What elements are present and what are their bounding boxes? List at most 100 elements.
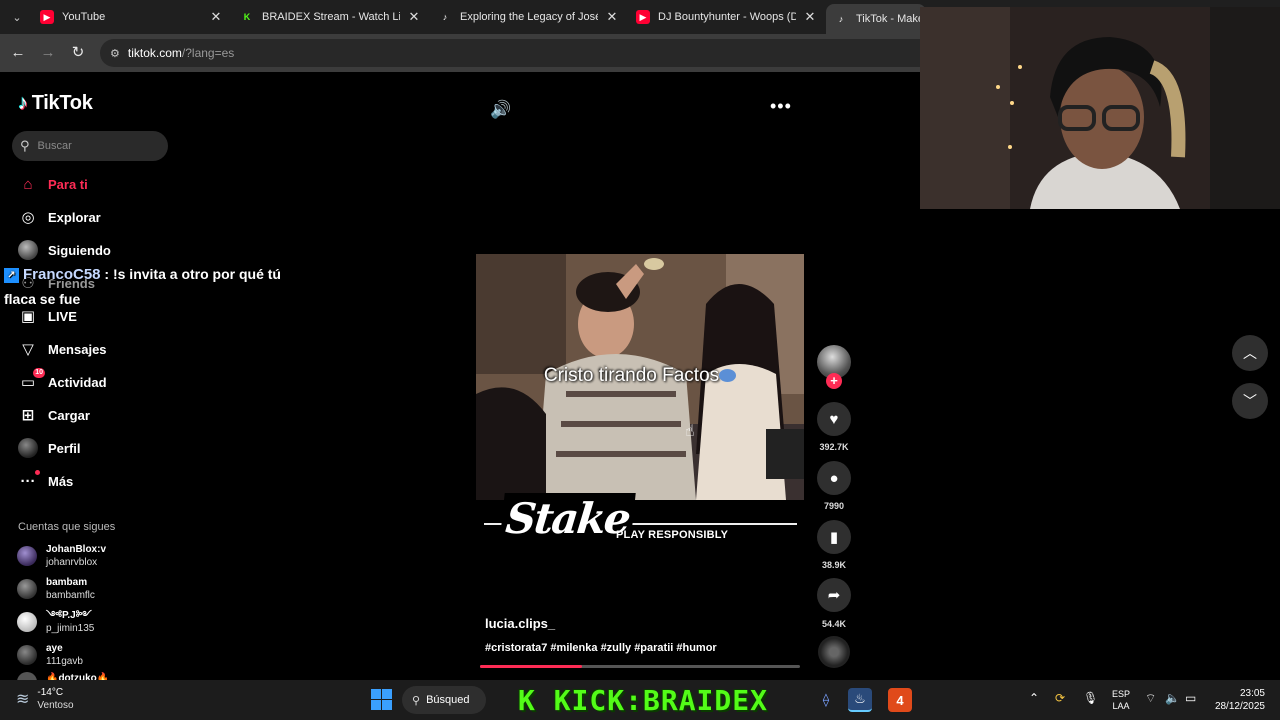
more-dots-icon: ··· bbox=[18, 470, 40, 491]
wifi-icon[interactable]: ⌔ bbox=[1145, 691, 1156, 706]
inbox-icon: ▭ 10 bbox=[20, 368, 45, 391]
nav-explorar[interactable]: ◎ Explorar bbox=[18, 204, 100, 230]
tray-chevron-up-icon[interactable]: ⌃ bbox=[1029, 691, 1039, 705]
avatar bbox=[17, 612, 37, 632]
share-arrow-icon: ➦ bbox=[827, 587, 841, 604]
taskbar-search-label: Búsqued bbox=[426, 694, 470, 706]
speaker-icon[interactable]: 🔈 bbox=[1165, 691, 1180, 705]
music-disc-icon[interactable] bbox=[818, 636, 850, 668]
speech-bubble-icon bbox=[719, 369, 737, 382]
nav-cargar[interactable]: ⊞ Cargar bbox=[18, 402, 90, 428]
search-box[interactable]: ⚲ bbox=[12, 131, 168, 161]
nav-mas[interactable]: ··· Más bbox=[18, 468, 73, 494]
tab-exploring-legacy[interactable]: ♪ Exploring the Legacy of José Jo ✕ bbox=[430, 4, 620, 30]
next-video-button[interactable]: ﹀ bbox=[1232, 383, 1268, 419]
like-button[interactable]: ♥ bbox=[817, 402, 851, 436]
back-arrow-icon[interactable]: ← bbox=[8, 43, 28, 63]
lang-code: ESP bbox=[1111, 689, 1130, 699]
save-count: 38.9K bbox=[821, 560, 847, 570]
site-settings-icon[interactable]: ⚙ bbox=[110, 47, 120, 60]
clock-date: 28/12/2025 bbox=[1214, 701, 1265, 712]
tab-tiktok-active[interactable]: ♪ TikTok - Make Y bbox=[826, 4, 926, 34]
tiktok-note-icon: ♪ bbox=[18, 92, 28, 114]
video-progress-bar[interactable] bbox=[480, 665, 800, 668]
comment-button[interactable]: ● bbox=[817, 461, 851, 495]
nav-label: Más bbox=[48, 473, 74, 489]
close-tab-icon[interactable]: ✕ bbox=[604, 9, 620, 25]
sync-icon[interactable]: ⟳ bbox=[1055, 691, 1065, 705]
close-tab-icon[interactable]: ✕ bbox=[802, 9, 818, 25]
like-count: 392.7K bbox=[819, 442, 849, 452]
save-button[interactable]: ▮ bbox=[817, 520, 851, 554]
temperature: -14°C bbox=[37, 687, 64, 698]
nav-perfil[interactable]: Perfil bbox=[18, 435, 81, 461]
following-account[interactable]: bambam bambamflc bbox=[17, 576, 95, 602]
app-badge-icon[interactable]: 4 bbox=[888, 688, 912, 712]
tab-search-chevron-icon[interactable]: ⌄ bbox=[6, 7, 28, 27]
steam-icon[interactable]: ♨ bbox=[848, 688, 872, 712]
tiktok-icon: ♪ bbox=[442, 12, 448, 22]
account-handle: 111gavb bbox=[46, 656, 83, 667]
stream-chat-message: ↗ FrancoC58 : !s invita a otro por qué tú… bbox=[4, 262, 314, 312]
following-section-title: Cuentas que sigues bbox=[18, 521, 116, 533]
lang-layout: LAA bbox=[1112, 701, 1130, 711]
nav-mensajes[interactable]: ▽ Mensajes bbox=[18, 336, 107, 362]
following-account[interactable]: aye 111gavb bbox=[17, 642, 83, 668]
forward-arrow-icon[interactable]: → bbox=[38, 43, 58, 63]
profile-icon bbox=[18, 438, 38, 458]
nav-siguiendo[interactable]: Siguiendo bbox=[18, 237, 111, 263]
nav-para-ti[interactable]: ⌂ Para ti bbox=[18, 171, 88, 197]
clock-time: 23:05 bbox=[1239, 688, 1265, 699]
app-icon[interactable]: ⟠ bbox=[814, 688, 838, 712]
kick-icon: K bbox=[243, 12, 251, 22]
tab-youtube[interactable]: ▶ YouTube ✕ bbox=[32, 4, 224, 30]
language-indicator[interactable]: ESP LAA bbox=[1110, 688, 1132, 712]
windows-start-icon[interactable] bbox=[371, 689, 392, 710]
volume-icon[interactable]: 🔊 bbox=[490, 100, 511, 120]
sponsor-tagline: PLAY RESPONSIBLY bbox=[616, 529, 729, 541]
chat-badge-icon: ↗ bbox=[4, 268, 19, 283]
nav-label: Mensajes bbox=[48, 341, 107, 357]
previous-video-button[interactable]: ︿ bbox=[1232, 335, 1268, 371]
tiktok-icon: ♪ bbox=[838, 14, 844, 24]
tab-braidex-stream[interactable]: K BRAIDEX Stream - Watch Live o ✕ bbox=[232, 4, 422, 30]
bookmark-icon: ▮ bbox=[829, 529, 839, 546]
search-input[interactable] bbox=[37, 140, 148, 152]
search-icon: ⚲ bbox=[20, 138, 30, 153]
following-account[interactable]: ༺P.J༻ p_jimin135 bbox=[17, 609, 94, 635]
nav-label: Siguiendo bbox=[48, 242, 111, 258]
more-options-icon[interactable]: ••• bbox=[770, 96, 792, 117]
progress-fill bbox=[480, 665, 583, 668]
heart-icon: ♥ bbox=[829, 410, 839, 428]
following-account[interactable]: 🔥dotzuko🔥 bbox=[17, 672, 109, 680]
chevron-up-icon: ︿ bbox=[1243, 345, 1257, 361]
following-account[interactable]: JohanBlox:v johanrvblox bbox=[17, 543, 106, 569]
microphone-icon[interactable]: 🎙 bbox=[1083, 691, 1098, 705]
youtube-icon: ▶ bbox=[636, 10, 650, 24]
system-clock[interactable]: 23:05 28/12/2025 bbox=[1205, 687, 1265, 713]
close-tab-icon[interactable]: ✕ bbox=[406, 9, 422, 25]
chat-username: FrancoC58 bbox=[23, 266, 101, 283]
address-bar[interactable]: ⚙ tiktok.com/?lang=es bbox=[100, 39, 1000, 67]
weather-widget[interactable]: ≋ -14°C Ventoso bbox=[16, 686, 74, 712]
share-button[interactable]: ➦ bbox=[817, 578, 851, 612]
nav-label: Cargar bbox=[48, 407, 90, 423]
follow-plus-icon[interactable]: + bbox=[826, 373, 842, 389]
webcam-image bbox=[920, 7, 1280, 209]
account-handle: bambamflc bbox=[46, 590, 95, 601]
video-hashtags[interactable]: #cristorata7 #milenka #zully #paratii #h… bbox=[485, 642, 717, 654]
tab-dj-bountyhunter[interactable]: ▶ DJ Bountyhunter - Woops (Dim ✕ bbox=[628, 4, 818, 30]
nav-label: Para ti bbox=[48, 176, 88, 192]
chevron-down-icon: ﹀ bbox=[1243, 393, 1257, 409]
reload-icon[interactable]: ↻ bbox=[68, 43, 88, 63]
avatar bbox=[17, 645, 37, 665]
tab-title: BRAIDEX Stream - Watch Live o bbox=[262, 11, 400, 23]
battery-icon[interactable]: ▭ bbox=[1185, 691, 1196, 705]
video-author[interactable]: lucia.clips_ bbox=[485, 616, 555, 631]
close-tab-icon[interactable]: ✕ bbox=[208, 9, 224, 25]
taskbar-search[interactable]: ⚲ Búsqued bbox=[402, 686, 486, 714]
avatar bbox=[17, 672, 37, 680]
search-icon: ⚲ bbox=[412, 694, 421, 707]
tiktok-logo[interactable]: ♪ TikTok bbox=[18, 92, 93, 115]
nav-actividad[interactable]: ▭ 10 Actividad bbox=[18, 368, 107, 395]
